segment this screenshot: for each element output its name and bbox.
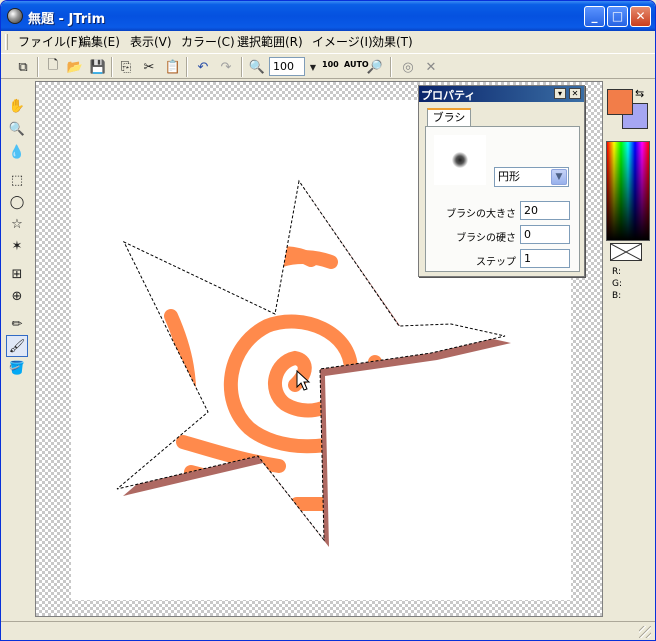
ellipse-select-tool-icon[interactable]: ◯ bbox=[6, 191, 28, 213]
tool-palette: ✋ 🔍 💧 ⬚ ◯ ☆ ✶ ⊞ ⊕ ✏ 🖌 🪣 bbox=[3, 93, 31, 379]
no-color-icon bbox=[610, 243, 642, 261]
brush-tool-icon[interactable]: 🖌 bbox=[6, 335, 28, 357]
main-toolbar: ⧉ 🗋 📂 💾 ⎘ ✂ 📋 ↶ ↷ 🔍 100 ▼ 100 AUTO 🔎 ◎ ✕ bbox=[1, 53, 655, 79]
menu-file[interactable]: ファイル(F) bbox=[18, 34, 82, 50]
menu-color[interactable]: カラー(C) bbox=[181, 34, 235, 50]
new-file-icon[interactable]: 🗋 bbox=[43, 57, 63, 77]
properties-collapse-icon[interactable]: ▾ bbox=[554, 88, 566, 99]
move-tool-icon[interactable]: ⊕ bbox=[6, 285, 28, 307]
zoom-input[interactable]: 100 bbox=[269, 57, 305, 76]
cut-icon[interactable]: ✂ bbox=[139, 57, 159, 77]
maximize-button[interactable]: □ bbox=[607, 6, 628, 27]
brush-tip-icon bbox=[452, 152, 468, 168]
redo-icon[interactable]: ↷ bbox=[216, 57, 236, 77]
zoom-out-icon[interactable]: 🔎 bbox=[365, 57, 385, 77]
menu-grip bbox=[5, 34, 8, 50]
zoom-in-icon[interactable]: 🔍 bbox=[247, 57, 267, 77]
red-readout-label: R: bbox=[612, 267, 622, 277]
rect-select-tool-icon[interactable]: ⬚ bbox=[6, 169, 28, 191]
zoom-dropdown-icon[interactable]: ▼ bbox=[303, 57, 323, 77]
brush-properties-body: 円形 ▼ ブラシの大きさ 20 ブラシの硬さ 0 ステップ 1 bbox=[425, 126, 580, 272]
brush-stroke bbox=[410, 355, 430, 411]
properties-title-bar[interactable]: プロパティ ▾ ✕ bbox=[419, 86, 584, 102]
toolbar-separator bbox=[390, 57, 392, 77]
close-button[interactable]: ✕ bbox=[630, 6, 651, 27]
title-bar[interactable]: 無題 - JTrim _ □ ✕ bbox=[1, 1, 655, 31]
eyedropper-tool-icon[interactable]: 💧 bbox=[6, 141, 28, 163]
menu-image[interactable]: イメージ(I) bbox=[312, 34, 373, 50]
cancel-icon[interactable]: ✕ bbox=[421, 57, 441, 77]
foreground-color-swatch[interactable] bbox=[607, 89, 633, 115]
properties-panel: プロパティ ▾ ✕ ブラシ 円形 ▼ ブラシの大きさ 20 ブラシの硬さ 0 ス… bbox=[418, 85, 585, 277]
zoom-tool-icon[interactable]: 🔍 bbox=[6, 118, 28, 140]
open-folder-icon[interactable]: 📂 bbox=[65, 57, 85, 77]
chevron-down-icon[interactable]: ▼ bbox=[551, 169, 567, 185]
color-spectrum-palette[interactable] bbox=[606, 141, 650, 241]
toolbar-separator bbox=[111, 57, 113, 77]
step-input[interactable]: 1 bbox=[520, 249, 570, 268]
undo-icon[interactable]: ↶ bbox=[193, 57, 213, 77]
resize-grip-icon[interactable] bbox=[639, 626, 651, 638]
fill-tool-icon[interactable]: 🪣 bbox=[6, 357, 28, 379]
crop-tool-icon[interactable]: ⊞ bbox=[6, 263, 28, 285]
save-icon[interactable]: 💾 bbox=[88, 57, 108, 77]
toolbar-separator bbox=[186, 57, 188, 77]
properties-close-icon[interactable]: ✕ bbox=[569, 88, 581, 99]
minimize-button[interactable]: _ bbox=[584, 6, 605, 27]
menu-view[interactable]: 表示(V) bbox=[130, 34, 172, 50]
lasso-tool-icon[interactable]: ☆ bbox=[6, 213, 28, 235]
transparent-color-swatch[interactable] bbox=[610, 243, 642, 261]
brush-hardness-label: ブラシの硬さ bbox=[456, 233, 516, 244]
menu-edit[interactable]: 編集(E) bbox=[79, 34, 120, 50]
brush-shape-select[interactable]: 円形 ▼ bbox=[494, 167, 569, 187]
menu-selection[interactable]: 選択範囲(R) bbox=[237, 34, 303, 50]
blue-readout-label: B: bbox=[612, 291, 622, 301]
pencil-tool-icon[interactable]: ✏ bbox=[6, 313, 28, 335]
toolbar-separator bbox=[37, 57, 39, 77]
hand-tool-icon[interactable]: ✋ bbox=[6, 95, 28, 117]
brush-size-input[interactable]: 20 bbox=[520, 201, 570, 220]
paste-icon[interactable]: 📋 bbox=[163, 57, 183, 77]
toolbar-separator bbox=[241, 57, 243, 77]
brush-size-label: ブラシの大きさ bbox=[446, 209, 516, 220]
copy-icon[interactable]: ⎘ bbox=[116, 57, 136, 77]
window-title: 無題 - JTrim bbox=[28, 12, 106, 27]
status-bar bbox=[1, 621, 655, 640]
new-window-icon[interactable]: ⧉ bbox=[13, 57, 33, 77]
app-icon[interactable] bbox=[7, 8, 23, 24]
green-readout-label: G: bbox=[612, 279, 623, 289]
brush-stroke bbox=[450, 349, 466, 399]
color-panel: ⇆ R: G: B: bbox=[604, 81, 654, 621]
brush-hardness-input[interactable]: 0 bbox=[520, 225, 570, 244]
swap-colors-icon[interactable]: ⇆ bbox=[635, 87, 644, 100]
properties-title: プロパティ bbox=[421, 89, 476, 102]
tab-brush[interactable]: ブラシ bbox=[427, 108, 471, 126]
zoom-100-button[interactable]: 100 bbox=[322, 60, 339, 69]
circle-icon[interactable]: ◎ bbox=[398, 57, 418, 77]
brush-shape-value: 円形 bbox=[498, 170, 520, 183]
menu-effects[interactable]: 効果(T) bbox=[372, 34, 413, 50]
brush-stroke bbox=[368, 355, 394, 429]
step-label: ステップ bbox=[476, 257, 516, 268]
brush-preview bbox=[434, 135, 486, 185]
app-window: 無題 - JTrim _ □ ✕ ファイル(F) 編集(E) 表示(V) カラー… bbox=[0, 0, 656, 641]
menu-bar: ファイル(F) 編集(E) 表示(V) カラー(C) 選択範囲(R) イメージ(… bbox=[1, 31, 655, 53]
magic-wand-tool-icon[interactable]: ✶ bbox=[6, 235, 28, 257]
